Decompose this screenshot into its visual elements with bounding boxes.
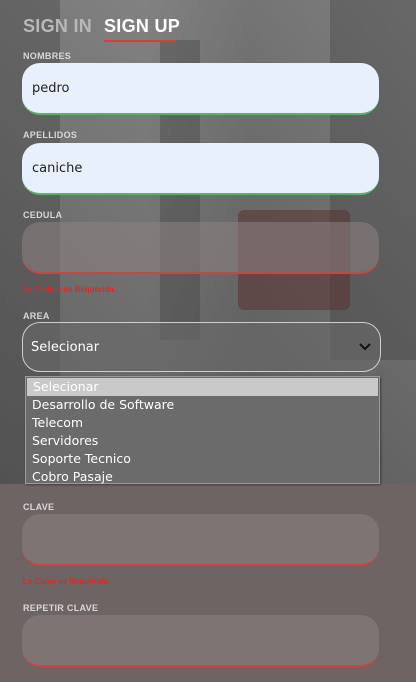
repetir-clave-input[interactable] — [22, 615, 379, 667]
active-tab-underline — [104, 40, 176, 42]
apellidos-input[interactable]: caniche — [22, 143, 379, 195]
repetir-clave-label: REPETIR CLAVE — [23, 603, 99, 613]
nombres-input[interactable]: pedro — [22, 63, 379, 115]
area-option[interactable]: Servidores — [26, 432, 379, 450]
cedula-label: CEDULA — [23, 210, 63, 220]
cedula-input[interactable] — [22, 222, 379, 274]
nombres-value: pedro — [32, 80, 70, 96]
area-label: AREA — [23, 311, 50, 321]
nombres-label: NOMBRES — [23, 51, 72, 61]
area-option[interactable]: Telecom — [26, 414, 379, 432]
area-option[interactable]: Desarrollo de Software — [26, 396, 379, 414]
clave-label: CLAVE — [23, 502, 55, 512]
tab-signup-label: SIGN UP — [104, 16, 181, 36]
clave-input[interactable] — [22, 514, 379, 566]
cedula-error: La Cedula es Requerida. — [23, 285, 116, 294]
tab-signup[interactable]: SIGN UP — [104, 16, 181, 42]
area-option[interactable]: Cobro Pasaje — [26, 468, 379, 486]
area-option[interactable]: Selecionar — [27, 378, 378, 396]
area-selected-value: Selecionar — [31, 339, 100, 355]
apellidos-label: APELLIDOS — [23, 130, 78, 140]
chevron-down-icon — [358, 340, 372, 354]
area-dropdown-list: Selecionar Desarrollo de Software Teleco… — [25, 376, 380, 484]
tab-signin[interactable]: SIGN IN — [23, 16, 92, 37]
clave-error: La Clave es Requerida. — [23, 577, 111, 586]
area-select[interactable]: Selecionar — [22, 322, 381, 372]
area-option[interactable]: Soporte Tecnico — [26, 450, 379, 468]
apellidos-value: caniche — [32, 160, 83, 176]
